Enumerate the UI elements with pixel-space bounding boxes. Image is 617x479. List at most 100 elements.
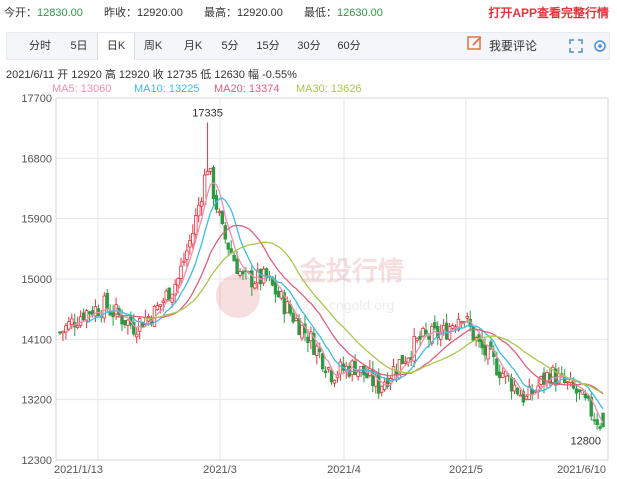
- candle-body: [486, 345, 490, 360]
- candle-body: [76, 325, 80, 328]
- prev-close: 昨收：12920.00: [104, 7, 183, 19]
- x-tick-label: 2021/4: [327, 464, 361, 476]
- high-price: 最高：12920.00: [204, 7, 283, 19]
- candle-body: [403, 361, 408, 364]
- candle-body: [78, 316, 83, 326]
- candle-body: [421, 328, 425, 337]
- candle-body: [580, 389, 585, 395]
- y-tick-label: 14100: [21, 334, 52, 346]
- candle-body: [512, 384, 517, 392]
- watermark: 金投行情 quote.cngold.org: [216, 256, 404, 318]
- candle-body: [501, 373, 505, 378]
- candle-body: [111, 312, 115, 318]
- candle-body: [315, 345, 319, 356]
- tab-1[interactable]: 5日: [61, 33, 97, 59]
- candle-body: [515, 387, 520, 395]
- candle-body: [465, 315, 469, 319]
- candle-body: [126, 319, 130, 326]
- y-tick-label: 15000: [21, 274, 52, 286]
- candle-body: [595, 419, 599, 425]
- settings-icon[interactable]: [593, 39, 607, 58]
- candle-body: [329, 369, 334, 383]
- y-tick-label: 15900: [21, 214, 52, 226]
- candle-body: [70, 318, 74, 325]
- comment-button[interactable]: 我要评论: [467, 33, 537, 59]
- tab-2[interactable]: 日K: [97, 33, 135, 60]
- open-price: 今开：12830.00: [4, 7, 83, 19]
- candle-body: [217, 211, 222, 213]
- candle-body: [300, 324, 304, 339]
- candle-body: [574, 388, 579, 394]
- candle-body: [182, 260, 186, 263]
- candle-body: [592, 419, 596, 422]
- candle-body: [105, 292, 109, 310]
- candle-body: [161, 300, 165, 304]
- watermark-text: 金投行情: [299, 256, 404, 286]
- fullscreen-icon[interactable]: [569, 39, 583, 58]
- candle-body: [326, 367, 331, 370]
- candle-body: [167, 287, 171, 302]
- tab-8[interactable]: 60分: [329, 33, 369, 59]
- candle-body: [87, 311, 92, 315]
- candle-body: [471, 326, 475, 341]
- candle-body: [598, 426, 602, 429]
- candle-body: [135, 333, 139, 338]
- candle-body: [194, 214, 198, 235]
- candle-body: [353, 360, 357, 376]
- candle-body: [542, 372, 546, 385]
- tab-4[interactable]: 月K: [173, 33, 213, 59]
- candle-body: [365, 372, 369, 379]
- candle-body: [258, 268, 263, 285]
- max-annotation: 17335: [192, 107, 223, 119]
- candle-body: [433, 322, 437, 329]
- candle-body: [495, 358, 499, 376]
- candle-body: [518, 394, 523, 397]
- min-annotation: 12800: [570, 435, 601, 447]
- candle-body: [459, 321, 464, 324]
- candle-body: [450, 325, 455, 329]
- tab-5[interactable]: 5分: [213, 33, 247, 59]
- candle-body: [297, 318, 301, 336]
- candle-body: [67, 321, 71, 330]
- tab-3[interactable]: 周K: [133, 33, 173, 59]
- candle-body: [509, 377, 514, 392]
- x-tick-label: 2021/6/10: [557, 464, 606, 476]
- candle-body: [220, 210, 225, 225]
- candle-body: [276, 290, 281, 298]
- candle-body: [208, 168, 213, 172]
- ma-legend-item: MA20: 13374: [214, 83, 279, 95]
- tab-7[interactable]: 30分: [289, 33, 329, 59]
- candle-body: [205, 171, 210, 176]
- y-tick-label: 12300: [21, 455, 52, 467]
- comment-label: 我要评论: [489, 39, 538, 53]
- candle-body: [338, 361, 343, 375]
- candlestick-chart: 177001680015900150001410013200123002021/…: [21, 83, 609, 476]
- period-toolbar: 分时 5日 日K 周K 月K 5分 15分 30分 60分 我要评论: [6, 32, 610, 60]
- candle-body: [250, 270, 254, 288]
- candle-body: [185, 250, 189, 260]
- candle-body: [294, 317, 298, 321]
- candle-body: [498, 371, 502, 379]
- candle-body: [306, 336, 310, 344]
- candle-body: [191, 232, 195, 245]
- candle-body: [483, 344, 487, 356]
- tab-0[interactable]: 分时: [19, 33, 61, 59]
- candle-body: [120, 315, 124, 325]
- quote-bar: 今开：12830.00 昨收：12920.00 最高：12920.00 最低：1…: [0, 0, 617, 24]
- candle-body: [424, 329, 428, 335]
- candle-body: [583, 393, 588, 399]
- candle-body: [241, 271, 245, 275]
- candle-body: [447, 326, 452, 340]
- ma-legend-item: MA30: 13626: [296, 83, 361, 95]
- candle-body: [400, 355, 405, 365]
- tab-6[interactable]: 15分: [247, 33, 289, 59]
- candle-body: [545, 372, 549, 382]
- low-price: 最低：12630.00: [304, 7, 383, 19]
- candle-body: [158, 304, 163, 307]
- candle-body: [391, 366, 396, 380]
- candle-body: [176, 277, 180, 286]
- candle-body: [320, 353, 325, 370]
- candle-body: [565, 381, 570, 384]
- candle-body: [332, 379, 337, 384]
- open-app-link[interactable]: 打开APP查看完整行情: [488, 4, 609, 21]
